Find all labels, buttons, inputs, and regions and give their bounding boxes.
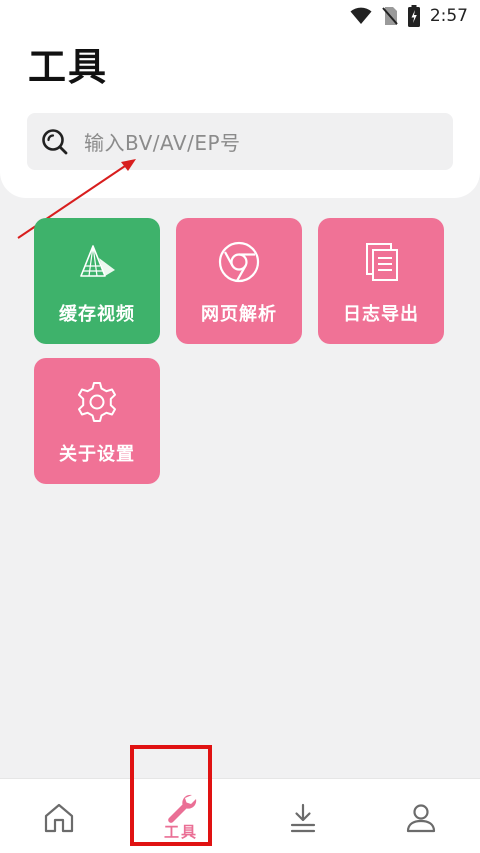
- tool-label: 网页解析: [201, 304, 277, 325]
- wifi-icon: [350, 7, 372, 24]
- tool-web-parse[interactable]: 网页解析: [176, 218, 302, 344]
- download-icon: [290, 803, 316, 833]
- user-icon: [406, 804, 436, 833]
- tool-cache-video[interactable]: 缓存视频: [34, 218, 160, 344]
- tool-log-export[interactable]: 日志导出: [318, 218, 444, 344]
- tool-about-settings[interactable]: 关于设置: [34, 358, 160, 484]
- gear-icon: [78, 382, 116, 422]
- nav-item-profile[interactable]: [381, 779, 461, 853]
- screen: 工具 输入BV/AV/EP号 2:57 缓存视频 网页解析 日志导出 关于设置 …: [0, 0, 480, 853]
- home-icon: [44, 803, 74, 833]
- nav-item-tools[interactable]: 工具: [141, 779, 221, 853]
- documents-icon: [366, 243, 398, 281]
- nav-label-tools: 工具: [163, 823, 198, 841]
- tool-label: 关于设置: [59, 444, 135, 465]
- wrench-icon: [168, 794, 197, 823]
- tool-label: 日志导出: [343, 304, 419, 325]
- tool-label: 缓存视频: [59, 304, 135, 325]
- search-icon: [42, 128, 68, 154]
- chrome-icon: [218, 241, 260, 283]
- page-title: 工具: [28, 45, 109, 89]
- status-time: 2:57: [429, 6, 468, 26]
- zongzi-icon: [80, 245, 115, 277]
- battery-charging-icon: [407, 5, 420, 27]
- nav-item-download[interactable]: [263, 779, 343, 853]
- bottom-nav: 工具: [0, 778, 480, 853]
- no-sim-icon: [382, 7, 398, 25]
- status-bar: 2:57: [0, 0, 480, 32]
- search-placeholder: 输入BV/AV/EP号: [84, 131, 241, 155]
- nav-item-home[interactable]: [19, 779, 99, 853]
- search-input[interactable]: 输入BV/AV/EP号: [27, 113, 453, 170]
